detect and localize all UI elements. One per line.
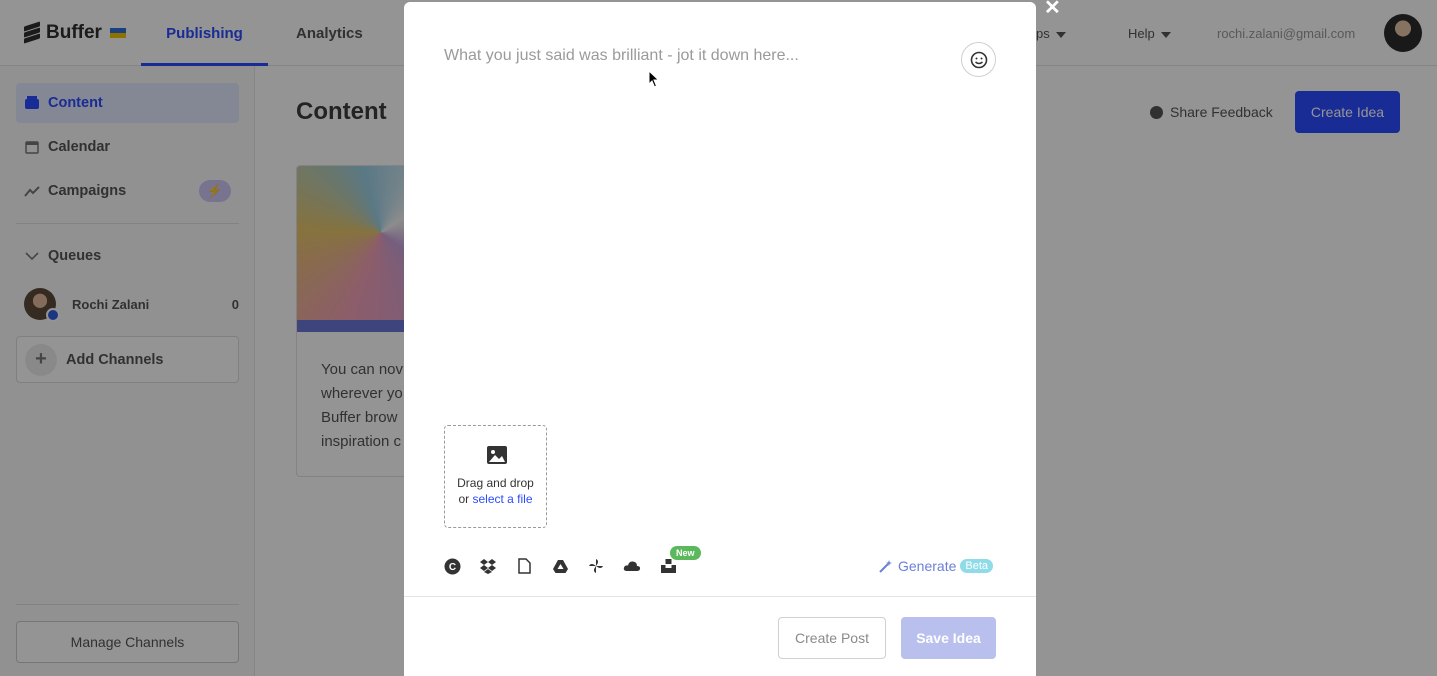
dropzone-text: Drag and drop xyxy=(457,476,534,490)
emoji-picker-button[interactable] xyxy=(961,42,996,77)
create-post-button[interactable]: Create Post xyxy=(778,617,886,659)
mouse-cursor-icon xyxy=(648,70,660,88)
image-icon xyxy=(487,446,507,464)
save-idea-button[interactable]: Save Idea xyxy=(901,617,996,659)
generate-ai-button[interactable]: Generate Beta xyxy=(878,558,994,574)
dropzone-or: or xyxy=(458,492,473,506)
dropzone-subtext: or select a file xyxy=(445,492,546,506)
cloud-icon[interactable] xyxy=(623,557,641,575)
file-icon[interactable] xyxy=(515,557,533,575)
generate-label: Generate xyxy=(898,558,957,574)
select-file-link[interactable]: select a file xyxy=(472,492,532,506)
idea-text-input[interactable]: What you just said was brilliant - jot i… xyxy=(444,47,799,65)
media-dropzone[interactable]: Drag and drop or select a file xyxy=(444,425,547,528)
smiley-icon xyxy=(970,51,987,68)
magic-wand-icon xyxy=(879,559,892,573)
canva-icon[interactable]: C xyxy=(443,557,461,575)
pinwheel-icon[interactable] xyxy=(587,557,605,575)
close-modal-icon[interactable]: ✕ xyxy=(1044,0,1061,18)
beta-badge: Beta xyxy=(960,559,994,573)
new-badge: New xyxy=(670,546,701,560)
dropbox-icon[interactable] xyxy=(479,557,497,575)
modal-footer-divider xyxy=(404,596,1036,597)
svg-text:C: C xyxy=(448,562,455,573)
google-drive-icon[interactable] xyxy=(551,557,569,575)
idea-composer-modal: What you just said was brilliant - jot i… xyxy=(404,2,1036,676)
